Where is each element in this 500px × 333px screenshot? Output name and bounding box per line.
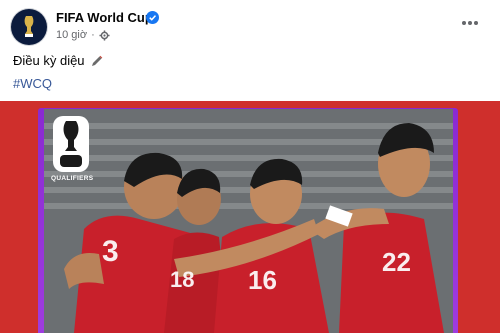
pencil-icon — [91, 55, 102, 66]
hashtag-link[interactable]: #WCQ — [13, 76, 52, 91]
team-photo[interactable]: 3 18 16 22 QUALIFIERS — [44, 109, 453, 333]
post-time[interactable]: 10 giờ — [56, 29, 87, 41]
jersey-number: 18 — [170, 267, 195, 292]
jersey-number: 3 — [102, 235, 119, 268]
post-card: FIFA World Cup 10 giờ · Điều kỳ diệu #WC… — [0, 0, 500, 333]
page-avatar[interactable] — [11, 9, 47, 45]
fifa-qualifiers-logo — [52, 115, 90, 173]
globe-settings-icon[interactable] — [99, 29, 110, 41]
page-name[interactable]: FIFA World Cup — [56, 10, 153, 25]
jersey-number: 16 — [248, 265, 277, 295]
post-caption: Điều kỳ diệu — [13, 53, 103, 68]
more-options-icon[interactable] — [459, 12, 481, 34]
fifa-trophy-icon — [53, 116, 89, 172]
players-illustration — [64, 123, 444, 333]
meta-separator: · — [91, 29, 95, 41]
verified-badge-icon — [146, 11, 159, 24]
jersey-number: 22 — [382, 247, 411, 277]
caption-text: Điều kỳ diệu — [13, 53, 85, 68]
fifa-trophy-icon — [24, 16, 34, 37]
qualifiers-label: QUALIFIERS — [51, 175, 94, 182]
post-meta: 10 giờ · — [56, 29, 110, 41]
post-header: FIFA World Cup 10 giờ · — [0, 0, 500, 48]
